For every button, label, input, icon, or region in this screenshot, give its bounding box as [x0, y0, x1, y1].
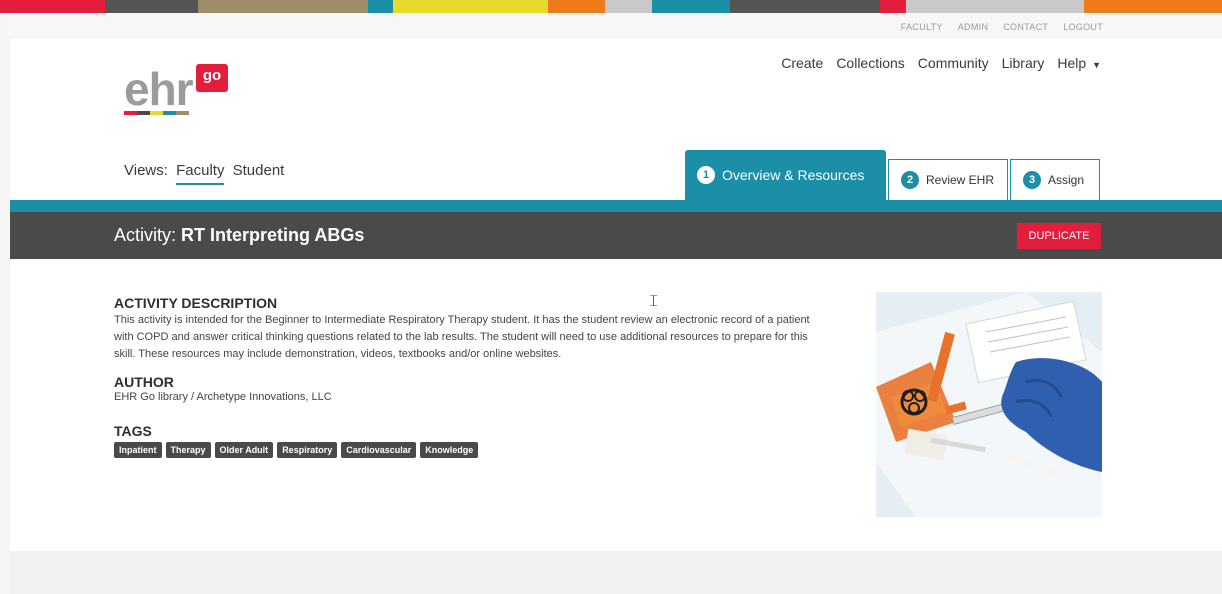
tab-number-badge: 2 [901, 171, 919, 189]
tag-inpatient[interactable]: Inpatient [114, 442, 162, 458]
teal-divider [10, 200, 1222, 212]
utility-link-logout[interactable]: LOGOUT [1063, 22, 1103, 32]
text-cursor-icon: 𝙸 [648, 293, 660, 310]
tab-number-badge: 1 [697, 166, 715, 184]
page-container: FACULTY ADMIN CONTACT LOGOUT ehr go Crea… [10, 13, 1222, 551]
author-text: EHR Go library / Archetype Innovations, … [114, 391, 332, 403]
nav-library[interactable]: Library [1002, 55, 1045, 71]
tags-heading: TAGS [114, 423, 152, 439]
logo-badge: go [196, 64, 228, 92]
tag-knowledge[interactable]: Knowledge [420, 442, 479, 458]
utility-link-admin[interactable]: ADMIN [958, 22, 989, 32]
tab-label: Overview & Resources [722, 167, 865, 183]
tag-therapy[interactable]: Therapy [165, 442, 211, 458]
view-student[interactable]: Student [233, 162, 285, 179]
tag-list: Inpatient Therapy Older Adult Respirator… [114, 442, 824, 458]
nav-help[interactable]: Help ▼ [1057, 55, 1101, 71]
utility-bar: FACULTY ADMIN CONTACT LOGOUT [10, 13, 1222, 39]
nav-create[interactable]: Create [781, 55, 823, 71]
description-heading: ACTIVITY DESCRIPTION [114, 295, 278, 311]
nav-collections[interactable]: Collections [836, 55, 904, 71]
view-faculty[interactable]: Faculty [176, 162, 225, 185]
tag-older-adult[interactable]: Older Adult [214, 442, 274, 458]
tag-cardiovascular[interactable]: Cardiovascular [341, 442, 417, 458]
author-heading: AUTHOR [114, 374, 174, 390]
logo-color-bar [124, 111, 189, 115]
tab-review-ehr[interactable]: 2 Review EHR [888, 159, 1008, 200]
top-color-stripe [0, 0, 1222, 13]
main-nav: Create Collections Community Library Hel… [781, 55, 1101, 71]
utility-nav: FACULTY ADMIN CONTACT LOGOUT [901, 22, 1103, 32]
description-text: This activity is intended for the Beginn… [114, 314, 810, 360]
tag-respiratory[interactable]: Respiratory [277, 442, 338, 458]
activity-details: ACTIVITY DESCRIPTION This activity is in… [114, 295, 824, 458]
activity-title-bar: Activity: RT Interpreting ABGs DUPLICATE [10, 212, 1222, 259]
tab-label: Review EHR [926, 173, 995, 187]
utility-link-contact[interactable]: CONTACT [1003, 22, 1048, 32]
tab-assign[interactable]: 3 Assign [1010, 159, 1100, 200]
nav-community[interactable]: Community [918, 55, 989, 71]
footer-area [10, 551, 1222, 594]
page-title: Activity: RT Interpreting ABGs [114, 225, 364, 246]
duplicate-button[interactable]: DUPLICATE [1017, 223, 1101, 249]
activity-name: RT Interpreting ABGs [181, 225, 365, 245]
chevron-down-icon: ▼ [1092, 60, 1101, 70]
views-switcher: Views: Faculty Student [124, 162, 288, 185]
logo-wordmark: ehr [124, 63, 194, 115]
utility-link-faculty[interactable]: FACULTY [901, 22, 943, 32]
tab-overview-resources[interactable]: 1 Overview & Resources [685, 150, 886, 200]
activity-prefix: Activity: [114, 225, 177, 245]
views-label: Views: [124, 162, 168, 179]
nav-help-label: Help [1057, 55, 1087, 71]
blood-sample-photo [876, 292, 1102, 517]
tab-label: Assign [1048, 173, 1085, 187]
activity-image [876, 292, 1102, 517]
tab-number-badge: 3 [1023, 171, 1041, 189]
ehrgo-logo[interactable]: ehr go [124, 64, 234, 124]
